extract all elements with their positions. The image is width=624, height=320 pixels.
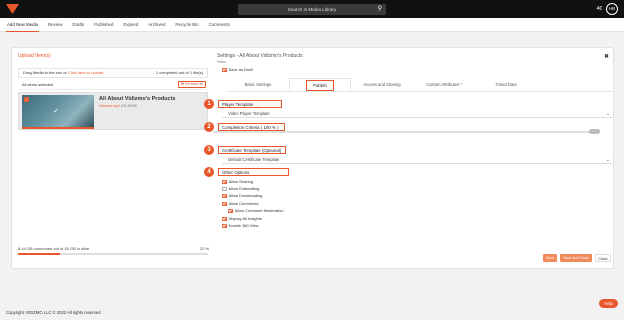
option-label: Allow Comment Moderation (234, 208, 284, 213)
option-enable-360-view[interactable]: Enable 360 View (222, 223, 258, 229)
slider-handle[interactable] (589, 129, 600, 134)
completion-criteria-label: Completion Criteria ( 100 % ) (218, 123, 285, 131)
help-button[interactable]: Help (599, 299, 618, 308)
checkbox-icon[interactable] (222, 179, 227, 185)
step-badge-3: 3 (204, 145, 214, 155)
option-label: Enable 360 View (228, 223, 259, 228)
top-bar: Search in Media Library ⚲ 4€ HB (0, 0, 624, 18)
tab-comments[interactable]: Comments (208, 18, 231, 32)
chevron-down-icon: ⌄ (605, 111, 610, 117)
upload-link[interactable]: Click here to upload (68, 70, 103, 75)
storage-text: 8.44 GB consumed out of 40 GB in slice (18, 246, 90, 251)
checkbox-icon[interactable] (222, 201, 227, 207)
search-bar[interactable]: Search in Media Library ⚲ (238, 4, 386, 15)
upload-title: Upload Item(s) (18, 53, 51, 59)
tab-add-new-media[interactable]: Add New Media (6, 18, 39, 32)
close-button[interactable]: Close (595, 254, 611, 262)
tab-publish[interactable]: Publish (289, 78, 351, 91)
tab-drafts[interactable]: Drafts (71, 18, 85, 32)
selection-row: All items selected ✖ Remove all (18, 80, 208, 90)
tab-expired[interactable]: Expired (122, 18, 139, 32)
storage-bar (18, 253, 208, 255)
tab-published[interactable]: Published (93, 18, 114, 32)
video-thumbnail[interactable]: ✓ ✓ (22, 95, 94, 129)
storage-percent: 22 % (200, 246, 210, 251)
tab-access-sharing[interactable]: Access and Sharing (351, 78, 413, 91)
player-template-value: Video Player Template (228, 111, 270, 116)
option-display-all-insights[interactable]: Display All Insights (222, 216, 262, 222)
search-icon[interactable]: ⚲ (378, 4, 382, 15)
remove-all-button[interactable]: ✖ Remove all (178, 81, 206, 88)
drop-text: Drag Media in the box or (23, 70, 68, 75)
media-title: All About Vidizmo's Products (99, 96, 176, 102)
option-allow-embedding[interactable]: Allow Embedding (222, 186, 259, 192)
media-item[interactable]: ✓ ✓ All About Vidizmo's Products Vidizmo… (18, 92, 208, 130)
certificate-template-value: Default Certificate Template (228, 157, 280, 162)
step-badge-1: 1 (204, 99, 214, 109)
certificate-template-label: Certificate Template (Optional) (218, 146, 286, 154)
checkbox-icon[interactable] (222, 223, 227, 229)
completion-slider[interactable] (213, 129, 600, 134)
option-label: Allow Comments (228, 201, 259, 206)
player-template-select[interactable]: Video Player Template ⌄ (222, 110, 612, 118)
save-and-close-button[interactable]: Save And Close (560, 254, 592, 262)
upload-card: Upload Item(s) Drag Media in the box or … (11, 47, 614, 269)
option-allow-comment-moderation[interactable]: Allow Comment Moderation (228, 208, 284, 214)
save-button[interactable]: Save (543, 254, 557, 262)
player-template-label: Player Template (218, 100, 282, 108)
completed-count: 1 completed out of 1 file(s) (155, 70, 203, 75)
option-label: Allow Sharing (228, 179, 253, 184)
option-allow-comments[interactable]: Allow Comments (222, 201, 259, 207)
checkbox-icon[interactable] (222, 193, 227, 199)
select-checkbox[interactable]: ✓ (24, 97, 29, 102)
option-label: Allow Embedding (228, 186, 260, 191)
save-as-draft-label: Save as Draft (228, 67, 253, 72)
storage-fill (18, 253, 60, 255)
checkbox-icon[interactable] (222, 186, 227, 192)
tab-publish-label: Publish (306, 80, 334, 91)
settings-subtitle: Video (217, 60, 227, 64)
checkbox-icon[interactable] (228, 208, 233, 214)
checkbox-icon[interactable] (222, 216, 227, 222)
tab-recycle-bin[interactable]: Recycle Bin (174, 18, 199, 32)
chevron-down-icon: ⌄ (605, 157, 610, 163)
option-allow-sharing[interactable]: Allow Sharing (222, 179, 253, 185)
vidizmo-logo[interactable] (6, 4, 19, 14)
media-nav: Add New Media Review Drafts Published Ex… (0, 18, 624, 32)
duration: | 01:10:00 (119, 104, 137, 108)
settings-tabs: Basic Settings Publish Access and Sharin… (227, 78, 612, 92)
certificate-template-select[interactable]: Default Certificate Template ⌄ (222, 156, 612, 164)
search-input[interactable]: Search in Media Library (288, 7, 337, 12)
check-icon: ✓ (53, 108, 59, 115)
tab-archived[interactable]: Archived (147, 18, 166, 32)
step-badge-4: 4 (204, 167, 214, 177)
option-label: Allow Downloading (228, 193, 263, 198)
topbar-right: 4€ HB (596, 3, 618, 15)
selected-label: All items selected (22, 82, 54, 87)
media-subtitle: Vidizmo.mp4 | 01:10:00 (99, 104, 137, 108)
language-selector[interactable]: 4€ (596, 6, 602, 12)
other-options-label: Other Options (218, 168, 289, 176)
checkbox-icon[interactable] (222, 67, 227, 73)
tab-custom-attributes[interactable]: Custom Attributes * (413, 78, 475, 91)
tab-basic-settings[interactable]: Basic Settings (227, 78, 289, 91)
close-icon[interactable]: ✖ (604, 53, 609, 60)
avatar[interactable]: HB (606, 3, 618, 15)
file-link[interactable]: Vidizmo.mp4 (99, 104, 120, 108)
option-label: Display All Insights (228, 216, 262, 221)
footer-copyright: Copyright VIDIZMO LLC © 2022 All rights … (6, 310, 101, 315)
tab-timed-data[interactable]: Timed Data (475, 78, 537, 91)
settings-title: Settings - All About Vidizmo's Products (217, 53, 303, 59)
drop-zone[interactable]: Drag Media in the box or Click here to u… (18, 68, 208, 78)
save-as-draft[interactable]: Save as Draft (222, 67, 253, 73)
option-allow-downloading[interactable]: Allow Downloading (222, 193, 262, 199)
tab-review[interactable]: Review (47, 18, 63, 32)
